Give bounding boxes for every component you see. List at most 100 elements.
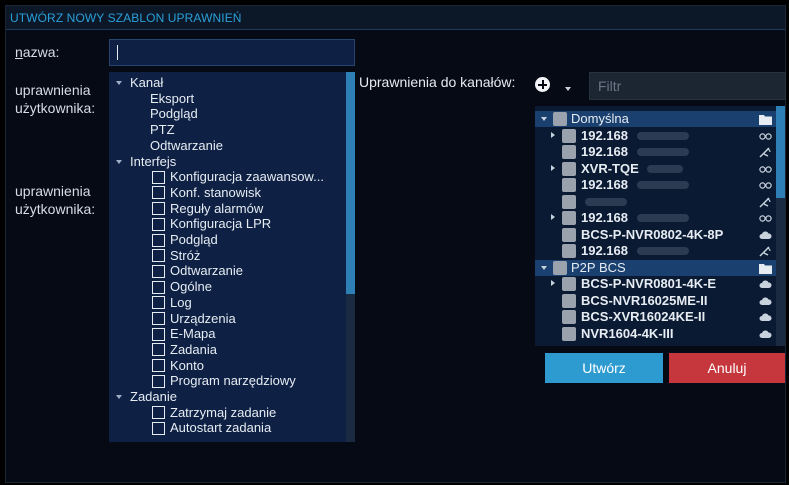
permission-checkbox[interactable] — [152, 374, 165, 388]
tree-item[interactable]: Stróż — [170, 248, 200, 264]
chevron-down-icon[interactable] — [541, 265, 547, 270]
channels-tree[interactable]: Domyślna 192.168 192.168 XVR-TQE 192.168 192.… — [535, 106, 785, 346]
device-checkbox[interactable] — [562, 128, 576, 143]
device-checkbox[interactable] — [562, 244, 576, 258]
device-row[interactable]: BCS-P-NVR0801-4K-E — [535, 276, 776, 292]
permission-checkbox[interactable] — [152, 217, 165, 231]
permission-checkbox[interactable] — [152, 312, 165, 325]
device-row[interactable]: XVR-TQE — [535, 161, 776, 177]
tree-item[interactable]: Odtwarzanie — [170, 263, 243, 279]
tree-item[interactable]: Ogólne — [170, 279, 212, 295]
device-label: 192.168 — [581, 210, 628, 225]
device-checkbox[interactable] — [562, 161, 576, 176]
tree-scrollbar-thumb[interactable] — [346, 72, 355, 294]
expand-arrow-icon[interactable] — [551, 214, 555, 220]
channel-group-row[interactable]: P2P BCS — [535, 259, 776, 276]
tree-group[interactable]: Kanał — [130, 75, 163, 91]
tree-item[interactable]: Konto — [170, 358, 204, 374]
redacted-text — [637, 131, 689, 140]
permission-checkbox[interactable] — [152, 343, 165, 357]
permission-checkbox[interactable] — [152, 233, 165, 247]
permission-checkbox[interactable] — [152, 421, 165, 435]
device-label: BCS-P-NVR0801-4K-E — [581, 276, 717, 291]
tree-group[interactable]: Zadanie — [130, 389, 177, 405]
redacted-text — [637, 247, 689, 255]
tree-item[interactable]: Odtwarzanie — [150, 138, 223, 154]
expand-arrow-icon[interactable] — [551, 131, 555, 138]
name-label-text: azwa: — [22, 44, 60, 60]
device-checkbox[interactable] — [562, 310, 576, 324]
permission-checkbox[interactable] — [152, 249, 165, 263]
channel-group-row[interactable]: Domyślna — [535, 111, 776, 127]
device-row[interactable]: 192.168 — [535, 128, 776, 144]
tree-item[interactable]: Podgląd — [150, 106, 198, 122]
device-checkbox[interactable] — [562, 227, 576, 242]
permission-checkbox[interactable] — [152, 280, 165, 294]
dialog-titlebar: UTWÓRZ NOWY SZABLON UPRAWNIEŃ — [6, 6, 785, 30]
tree-item[interactable]: Log — [170, 295, 192, 311]
tree-item[interactable]: PTZ — [150, 122, 175, 138]
link-icon — [759, 163, 772, 174]
permission-checkbox[interactable] — [152, 202, 165, 216]
channels-scrollbar-thumb[interactable] — [776, 106, 785, 198]
expand-arrow-icon[interactable] — [551, 280, 555, 286]
cloud-icon — [759, 328, 772, 339]
permission-checkbox[interactable] — [152, 406, 165, 420]
permission-checkbox[interactable] — [152, 186, 165, 200]
device-row[interactable]: NVR1604-4K-III — [535, 326, 776, 342]
device-row[interactable]: 192.168 — [535, 210, 776, 226]
expand-arrow-icon[interactable] — [551, 164, 555, 171]
tree-item[interactable]: Autostart zadania — [170, 420, 271, 436]
tree-item[interactable]: Reguły alarmów — [170, 201, 263, 217]
device-row[interactable]: BCS-NVR16025ME-II — [535, 293, 776, 309]
tree-item[interactable]: Konf. stanowisk — [170, 185, 261, 201]
permission-checkbox[interactable] — [152, 264, 165, 278]
device-checkbox[interactable] — [562, 211, 576, 225]
tree-item[interactable]: Urządzenia — [170, 311, 236, 327]
group-checkbox[interactable] — [553, 112, 567, 126]
tree-item[interactable]: Konfiguracja LPR — [170, 216, 271, 232]
filter-field[interactable] — [589, 72, 786, 100]
chevron-down-icon[interactable] — [565, 87, 571, 91]
tree-item[interactable]: Program narzędziowy — [170, 373, 296, 389]
permission-checkbox[interactable] — [152, 170, 165, 184]
tree-item[interactable]: Konfiguracja zaawansow... — [170, 169, 324, 185]
device-checkbox[interactable] — [562, 293, 576, 308]
tree-item[interactable]: Podgląd — [170, 232, 218, 248]
device-checkbox[interactable] — [562, 277, 576, 291]
tree-scrollbar[interactable] — [346, 72, 355, 442]
group-label: Domyślna — [571, 111, 629, 126]
device-checkbox[interactable] — [562, 326, 576, 341]
create-button[interactable]: Utwórz — [545, 353, 663, 383]
channels-scrollbar[interactable] — [776, 106, 785, 346]
device-row[interactable]: BCS-XVR16024KE-II — [535, 309, 776, 325]
permission-checkbox[interactable] — [152, 359, 165, 373]
device-label: 192.168 — [581, 144, 628, 159]
expand-arrow-icon[interactable] — [116, 395, 122, 399]
device-checkbox[interactable] — [562, 178, 576, 192]
tree-group[interactable]: Interfejs — [130, 154, 176, 170]
tree-item[interactable]: E-Mapa — [170, 326, 216, 342]
permission-checkbox[interactable] — [152, 327, 165, 341]
device-row[interactable]: BCS-P-NVR0802-4K-8P — [535, 227, 776, 243]
cancel-button[interactable]: Anuluj — [669, 353, 785, 383]
redacted-text — [647, 164, 683, 173]
tree-item[interactable]: Eksport — [150, 91, 194, 107]
chevron-down-icon[interactable] — [541, 117, 547, 121]
device-row[interactable] — [535, 194, 776, 210]
name-input[interactable] — [109, 39, 355, 66]
device-row[interactable]: 192.168 — [535, 243, 776, 259]
expand-arrow-icon[interactable] — [116, 159, 122, 164]
filter-input[interactable] — [590, 73, 785, 99]
group-checkbox[interactable] — [553, 260, 567, 275]
device-checkbox[interactable] — [562, 145, 576, 159]
device-checkbox[interactable] — [562, 194, 576, 209]
tree-item[interactable]: Zatrzymaj zadanie — [170, 405, 276, 421]
add-icon[interactable] — [535, 77, 550, 92]
tree-item[interactable]: Zadania — [170, 342, 217, 358]
permissions-tree[interactable]: Kanał Eksport Podgląd PTZ Odtwarzanie Interfe… — [109, 72, 355, 442]
permission-checkbox[interactable] — [152, 296, 165, 310]
expand-arrow-icon[interactable] — [116, 81, 122, 85]
device-row[interactable]: 192.168 — [535, 177, 776, 193]
device-row[interactable]: 192.168 — [535, 144, 776, 160]
